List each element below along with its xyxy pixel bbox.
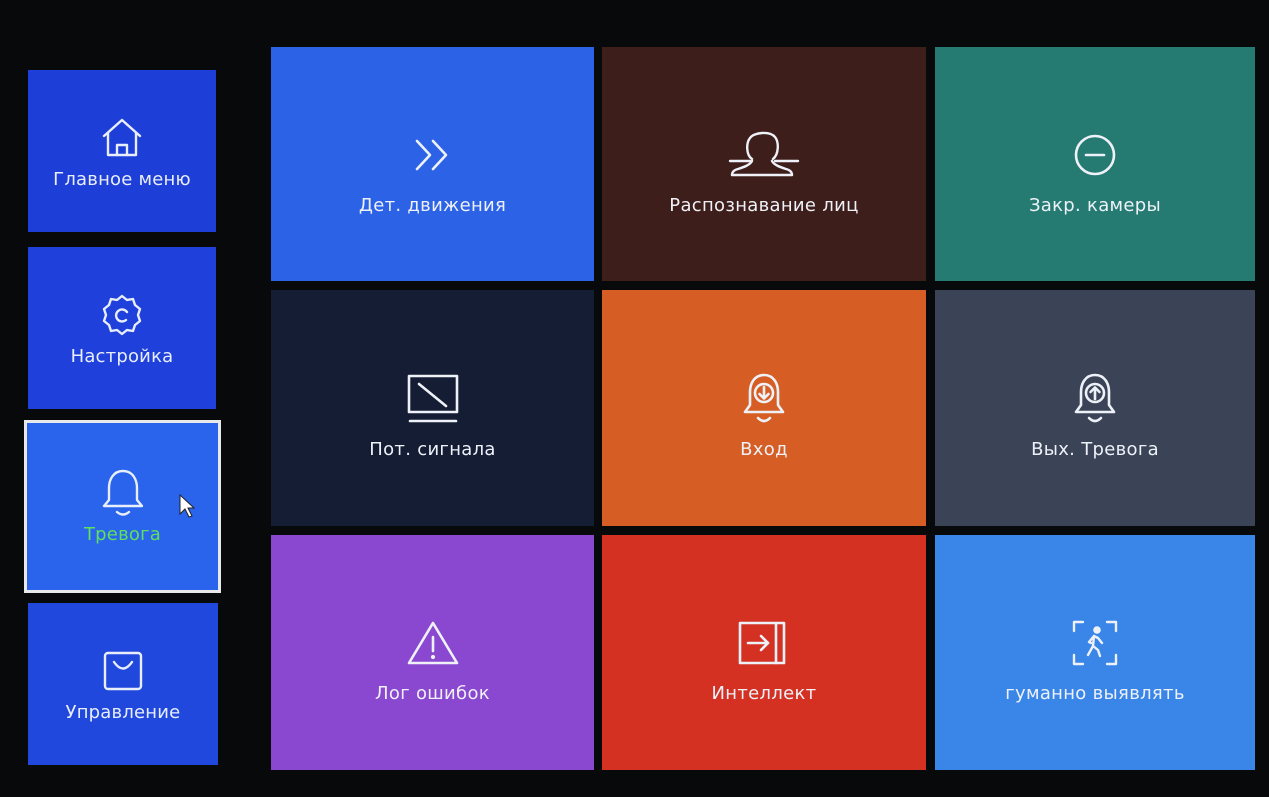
human-detect-icon [1057,613,1133,673]
monitor-slash-icon [395,369,471,429]
warning-triangle-icon [395,613,471,673]
tile-label: Распознавание лиц [669,194,859,216]
sidebar-item-settings[interactable]: Настройка [28,247,216,409]
sidebar-item-label: Главное меню [53,168,191,190]
sidebar-item-label: Настройка [70,345,174,367]
tile-alarm-output[interactable]: Вых. Тревога [935,290,1255,526]
tile-alarm-input[interactable]: Вход [602,290,926,526]
tile-label: гуманно выявлять [1005,683,1185,704]
tile-label: Дет. движения [358,194,507,216]
tile-label: Лог ошибок [375,683,490,704]
tile-motion-detection[interactable]: Дет. движения [271,47,594,281]
bell-icon [98,468,148,518]
tile-label: Вход [740,438,788,460]
tile-label: Пот. сигнала [369,438,496,460]
enter-box-icon [726,613,802,673]
double-chevron-right-icon [395,125,471,185]
gear-icon [97,290,147,340]
tile-video-loss[interactable]: Пот. сигнала [271,290,594,526]
tile-face-recognition[interactable]: Распознавание лиц [602,47,926,281]
bell-up-icon [1057,369,1133,429]
sidebar-item-label: Тревога [83,524,161,545]
bell-down-icon [726,369,802,429]
tile-error-log[interactable]: Лог ошибок [271,535,594,770]
mouse-cursor-icon [179,493,196,518]
sidebar-item-management[interactable]: Управление [28,603,218,765]
bag-icon [98,646,148,696]
sidebar-item-label: Управление [65,701,181,723]
tile-label: Закр. камеры [1028,194,1162,216]
sidebar-item-main-menu[interactable]: Главное меню [28,70,216,232]
home-icon [97,113,147,163]
minus-circle-icon [1057,125,1133,185]
tile-label: Интеллект [711,683,817,704]
face-profile-icon [726,125,802,185]
tile-intelligence[interactable]: Интеллект [602,535,926,770]
tile-human-detection[interactable]: гуманно выявлять [935,535,1255,770]
tile-camera-masking[interactable]: Закр. камеры [935,47,1255,281]
tile-label: Вых. Тревога [1031,438,1159,460]
alarm-menu-screen: Главное меню Настройка Тревога Управлени… [0,0,1269,797]
